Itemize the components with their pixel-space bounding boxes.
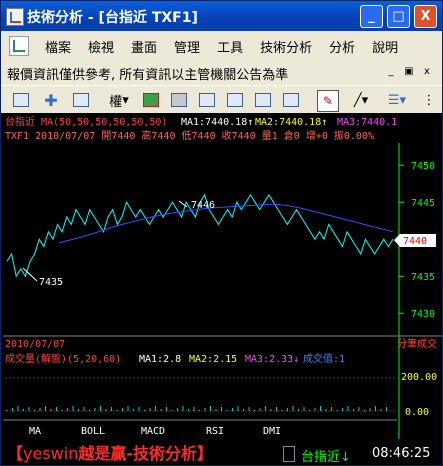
low-annotation: 7435 — [39, 277, 63, 288]
brand-banner: 【yeswin越是贏-技術分析】 — [3, 444, 218, 464]
indicator-tab-macd[interactable]: MACD — [141, 426, 165, 437]
volume-min-label: 0.00 — [405, 407, 429, 418]
low-callout-line — [22, 267, 38, 282]
volume-header-ma1: MA1:2.8 — [139, 354, 181, 365]
window-title: 技術分析 - [台指近 TXF1] — [27, 10, 198, 26]
menu-item-2[interactable]: 畫面 — [131, 37, 157, 56]
chart-header-ma2: MA2:7440.18↑ — [255, 117, 327, 128]
indicator-tab-boll[interactable]: BOLL — [81, 426, 105, 437]
toolbar: ✚ 權 ▾ ✎ ╱▾ ☰▾ ⋮ — [1, 85, 442, 115]
child-close-button[interactable]: x — [420, 65, 434, 79]
volume-header-name: 成交量(解盤)(5,20,60) — [5, 352, 121, 365]
banner-open-bracket: 【 — [7, 444, 24, 463]
status-icon — [283, 446, 295, 462]
menu-items: 檔案 檢視 畫面 管理 工具 技術分析 分析 說明 — [45, 37, 415, 56]
app-window: 技術分析 - [台指近 TXF1] _ □ X 檔案 檢視 畫面 管理 工具 技術分析 分析… — [0, 0, 443, 466]
banner-close-bracket: 】 — [197, 444, 214, 463]
menu-item-5[interactable]: 技術分析 — [260, 37, 312, 56]
banner-brand: yeswin — [23, 444, 79, 463]
app-logo-icon[interactable] — [9, 36, 29, 56]
indicator-tab-ma[interactable]: MA — [29, 426, 41, 437]
notice-bar: 報價資訊僅供參考, 所有資訊以主管機關公告為準 _ ▣ x — [1, 59, 442, 85]
child-restore-button[interactable]: ▣ — [402, 65, 416, 79]
close-button[interactable]: X — [414, 5, 437, 28]
volume-header-value: 成交值:1 — [303, 352, 345, 365]
child-minimize-button[interactable]: _ — [384, 65, 398, 79]
chart-header-name: 台指近 MA(50,50,50,50,50,50) — [5, 115, 167, 128]
line-chart-icon[interactable] — [225, 90, 245, 110]
status-time: 08:46:25 — [372, 446, 431, 461]
window-icon[interactable] — [197, 90, 217, 110]
date-label: 2010/07/07 — [5, 339, 65, 350]
bar-chart-icon[interactable] — [253, 90, 273, 110]
current-price-label: 7440 — [403, 236, 427, 247]
indicator-tab-dmi[interactable]: DMI — [263, 426, 281, 437]
menu-item-7[interactable]: 說明 — [372, 37, 398, 56]
chart-area[interactable]: 台指近 MA(50,50,50,50,50,50) MA1:7440.18↑ M… — [1, 113, 442, 465]
minimize-button[interactable]: _ — [360, 5, 383, 28]
high-annotation: 7446 — [191, 200, 215, 211]
color-icon[interactable] — [141, 90, 161, 110]
menu-item-1[interactable]: 檢視 — [88, 37, 114, 56]
price-tick-0: 7450 — [411, 161, 435, 172]
title-bar[interactable]: 技術分析 - [台指近 TXF1] _ □ X — [1, 1, 442, 31]
banner-slogan: 越是贏-技術分析 — [78, 444, 197, 463]
maximize-button[interactable]: □ — [387, 5, 410, 28]
price-tick-1: 7445 — [411, 198, 435, 209]
period-label: 權 — [109, 94, 123, 110]
more-tools-icon[interactable]: ⋮ — [419, 90, 439, 110]
price-tick-4: 7430 — [411, 309, 435, 320]
grid-icon[interactable] — [169, 90, 189, 110]
volume-header-ma3: MA3:2.33↓ — [245, 354, 299, 365]
status-bar: 【yeswin越是贏-技術分析】 台指近↓ 08:46:25 — [1, 443, 442, 465]
indicator-tabs: MA BOLL MACD RSI DMI — [29, 426, 281, 437]
chart-type-icon[interactable] — [11, 90, 31, 110]
draw-tool-icon[interactable]: ✎ — [317, 90, 339, 112]
crosshair-icon[interactable]: ✚ — [41, 90, 61, 110]
trendline-icon[interactable]: ╱▾ — [347, 90, 375, 110]
volume-bars — [6, 406, 387, 411]
app-icon[interactable] — [6, 8, 24, 26]
chart-header-ma3: MA3:7440.1 — [337, 117, 397, 128]
tile-icon[interactable] — [281, 90, 301, 110]
indicator-list-icon[interactable]: ☰▾ — [383, 90, 411, 110]
price-tick-3: 7435 — [411, 272, 435, 283]
menu-item-0[interactable]: 檔案 — [45, 37, 71, 56]
volume-max-label: 200.00 — [401, 372, 437, 383]
ma-line — [58, 203, 394, 244]
period-dropdown[interactable]: 權 ▾ — [101, 90, 137, 110]
menu-item-4[interactable]: 工具 — [217, 37, 243, 56]
menu-item-6[interactable]: 分析 — [329, 37, 355, 56]
chart-canvas[interactable]: 台指近 MA(50,50,50,50,50,50) MA1:7440.18↑ M… — [1, 113, 442, 443]
volume-header-ma2: MA2:2.15 — [189, 354, 237, 365]
chart-header-quote: TXF1 2010/07/07 開7440 高7440 低7440 收7440 … — [5, 129, 374, 142]
indicator-tab-rsi[interactable]: RSI — [206, 426, 224, 437]
menu-bar: 檔案 檢視 畫面 管理 工具 技術分析 分析 說明 — [1, 31, 442, 60]
status-symbol: 台指近↓ — [301, 450, 351, 465]
layout-icon[interactable] — [71, 90, 91, 110]
current-price-marker: 7440 — [394, 234, 436, 247]
chart-header-ma1: MA1:7440.18↑ — [181, 117, 253, 128]
ma-series — [58, 203, 394, 244]
scale-label: 分筆成交 — [397, 337, 437, 350]
disclaimer-text: 報價資訊僅供參考, 所有資訊以主管機關公告為準 — [7, 68, 289, 83]
menu-item-3[interactable]: 管理 — [174, 37, 200, 56]
